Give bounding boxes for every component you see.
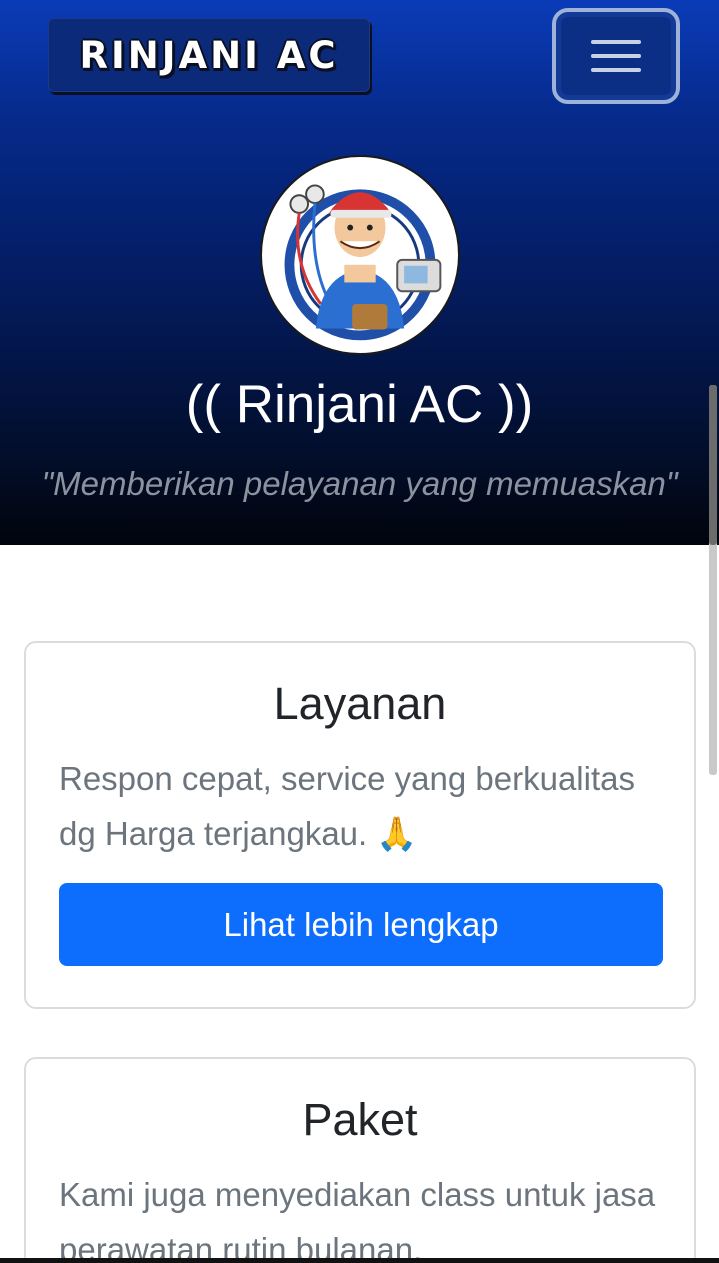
hero-header: RINJANI AC (( Rinjani AC )) "Memberikan … [0,0,719,545]
package-card: Paket Kami juga menyediakan class untuk … [24,1057,696,1263]
card-text: Respon cepat, service yang berkualitas d… [59,760,635,852]
brand-text: RINJANI AC [79,33,339,77]
service-card: Layanan Respon cepat, service yang berku… [24,641,696,1009]
site-title: (( Rinjani AC )) [185,375,534,434]
technician-avatar-image [260,155,460,355]
site-tagline: "Memberikan pelayanan yang memuaskan" [41,465,678,502]
see-more-button[interactable]: Lihat lebih lengkap [59,883,663,966]
card-text: Kami juga menyediakan class untuk jasa p… [59,1176,656,1263]
hamburger-menu-icon [591,40,641,44]
page-scrollbar-thumb[interactable] [709,385,717,545]
card-title: Layanan [273,678,447,729]
navbar-toggler-button[interactable] [552,8,680,104]
brand-logo[interactable]: RINJANI AC [48,18,370,92]
technician-mascot-icon [284,184,442,341]
screen-bottom-edge [0,1258,719,1263]
card-title: Paket [302,1094,418,1145]
